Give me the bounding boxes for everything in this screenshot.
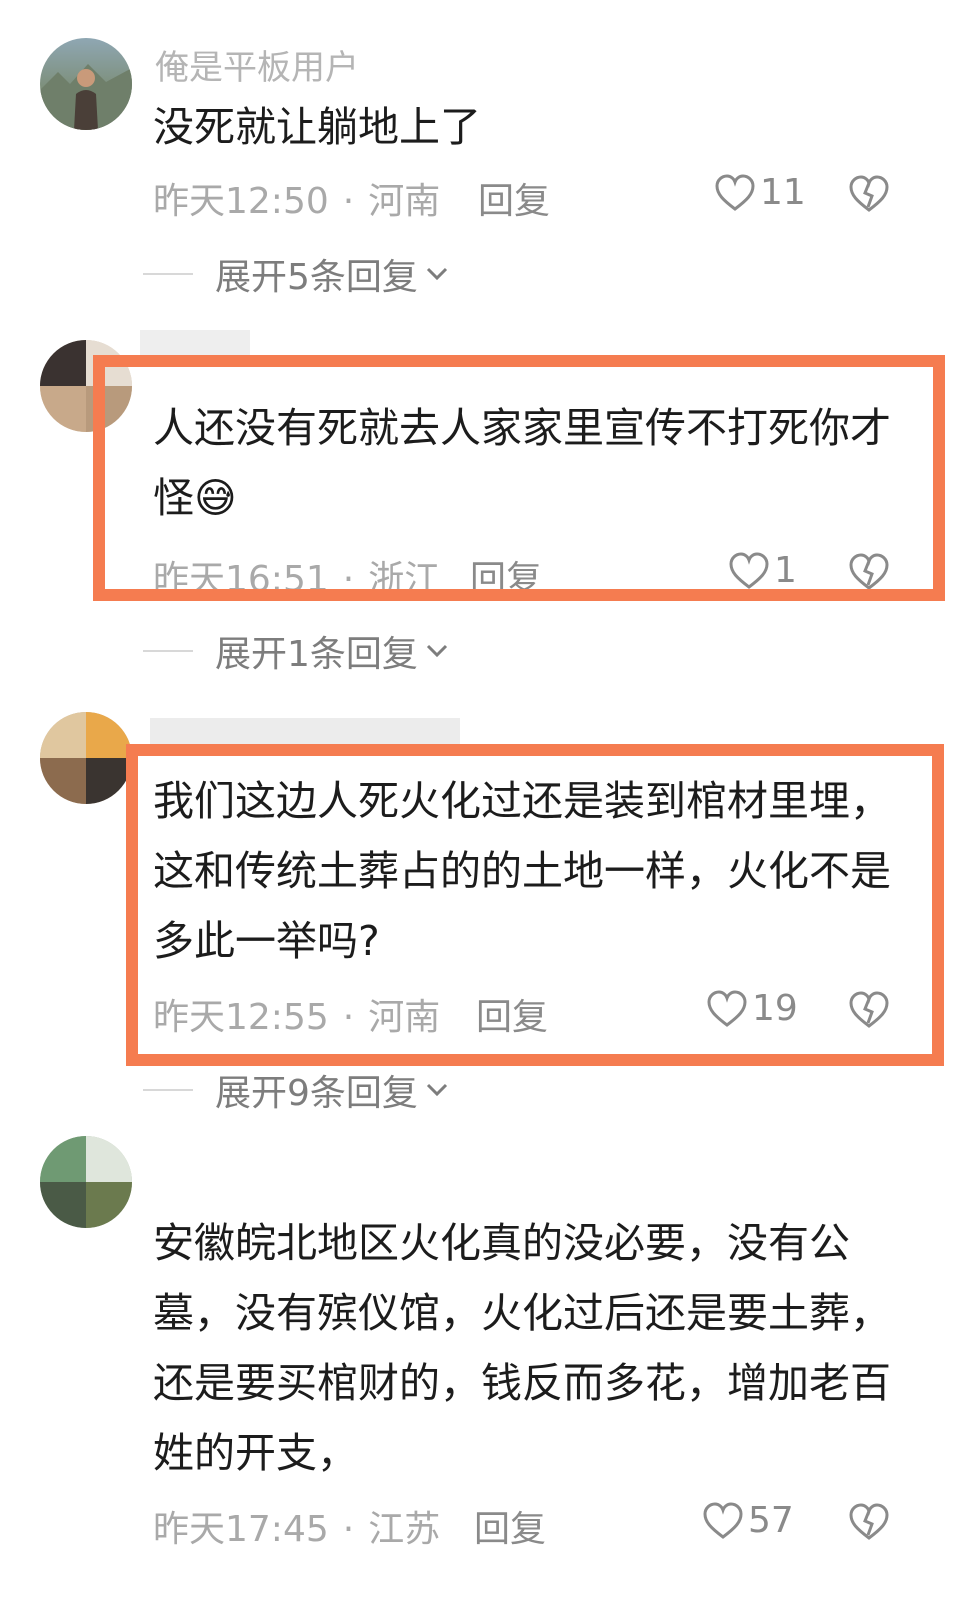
comment-text: 没死就让躺地上了 (153, 103, 481, 151)
comment-meta: 昨天12:50 · 河南 (153, 172, 440, 224)
expand-replies-label: 展开9条回复 (215, 1073, 418, 1114)
comment-item: 俺是平板用户 没死就让躺地上了 昨天12:50 · 河南 回复 11 展开5条回复 (0, 0, 960, 320)
username[interactable]: 俺是平板用户 (155, 40, 359, 89)
username-pixelated (150, 718, 460, 748)
chevron-down-icon (426, 644, 447, 658)
like-count: 57 (748, 1500, 794, 1541)
separator-dot: · (342, 1509, 355, 1550)
dislike-button[interactable] (848, 990, 890, 1034)
avatar-photo-pixelated (40, 1136, 132, 1228)
reply-button[interactable]: 回复 (474, 1500, 546, 1552)
dislike-button[interactable] (848, 552, 890, 596)
like-count: 11 (760, 172, 806, 213)
avatar[interactable] (40, 712, 132, 804)
broken-heart-icon (849, 1503, 889, 1540)
comment-item: 安徽皖北地区火化真的没必要，没有公墓，没有殡仪馆，火化过后还是要土葬，还是要买棺… (0, 1120, 960, 1599)
expand-replies-label: 展开5条回复 (215, 257, 418, 298)
avatar[interactable] (40, 1136, 132, 1228)
chevron-down-icon (426, 267, 447, 281)
comment-item: 我们这边人死火化过还是装到棺材里埋，这和传统土葬占的的土地一样，火化不是多此一举… (0, 700, 960, 1120)
comment-text: 安徽皖北地区火化真的没必要，没有公墓，没有殡仪馆，火化过后还是要土葬，还是要买棺… (153, 1219, 891, 1477)
reply-button[interactable]: 回复 (478, 172, 550, 224)
username-pixelated (140, 330, 250, 360)
separator-dot: · (342, 997, 355, 1038)
comment-meta: 昨天12:55 · 河南 (153, 988, 440, 1040)
divider-line (143, 273, 193, 275)
expand-replies-button[interactable]: 展开9条回复 (143, 1064, 450, 1116)
comment-time: 昨天17:45 (153, 1509, 329, 1550)
expand-replies-button[interactable]: 展开5条回复 (143, 248, 450, 300)
expand-replies-label: 展开1条回复 (215, 634, 418, 675)
comment-region: 河南 (368, 997, 441, 1038)
comment-item: 人还没有死就去人家家里宣传不打死你才怪😅 昨天16:51 · 浙江 回复 1 展开1… (0, 320, 960, 700)
avatar-photo-pixelated (40, 712, 132, 804)
comment-region: 浙江 (368, 559, 441, 600)
comment-region: 江苏 (368, 1509, 441, 1550)
broken-heart-icon (849, 991, 889, 1028)
like-count: 19 (752, 988, 798, 1029)
reply-button[interactable]: 回复 (476, 988, 548, 1040)
like-button[interactable]: 1 (728, 550, 797, 591)
avatar-photo (40, 64, 132, 130)
comment-time: 昨天16:51 (153, 559, 329, 600)
like-button[interactable]: 19 (706, 988, 798, 1029)
comment-meta: 昨天16:51 · 浙江 (153, 550, 440, 602)
reply-button[interactable]: 回复 (470, 550, 542, 602)
comment-meta: 昨天17:45 · 江苏 (153, 1500, 440, 1552)
divider-line (143, 1089, 193, 1091)
separator-dot: · (342, 181, 355, 222)
avatar[interactable] (40, 38, 132, 130)
like-count: 1 (774, 550, 797, 591)
dislike-button[interactable] (848, 1502, 890, 1546)
dislike-button[interactable] (848, 174, 890, 218)
heart-outline-icon (729, 551, 769, 589)
like-button[interactable]: 57 (702, 1500, 794, 1541)
expand-replies-button[interactable]: 展开1条回复 (143, 625, 450, 677)
avatar[interactable] (40, 340, 132, 432)
comment-text: 人还没有死就去人家家里宣传不打死你才怪😅 (153, 404, 891, 522)
broken-heart-icon (849, 175, 889, 212)
heart-outline-icon (703, 1501, 743, 1539)
separator-dot: · (342, 559, 355, 600)
heart-outline-icon (707, 989, 747, 1027)
comment-text: 我们这边人死火化过还是装到棺材里埋，这和传统土葬占的的土地一样，火化不是多此一举… (153, 777, 891, 965)
comment-region: 河南 (368, 181, 441, 222)
comment-time: 昨天12:55 (153, 997, 329, 1038)
like-button[interactable]: 11 (714, 172, 806, 213)
avatar-photo-pixelated (40, 340, 132, 432)
broken-heart-icon (849, 553, 889, 590)
heart-outline-icon (715, 173, 755, 211)
chevron-down-icon (426, 1083, 447, 1097)
divider-line (143, 650, 193, 652)
comment-time: 昨天12:50 (153, 181, 329, 222)
